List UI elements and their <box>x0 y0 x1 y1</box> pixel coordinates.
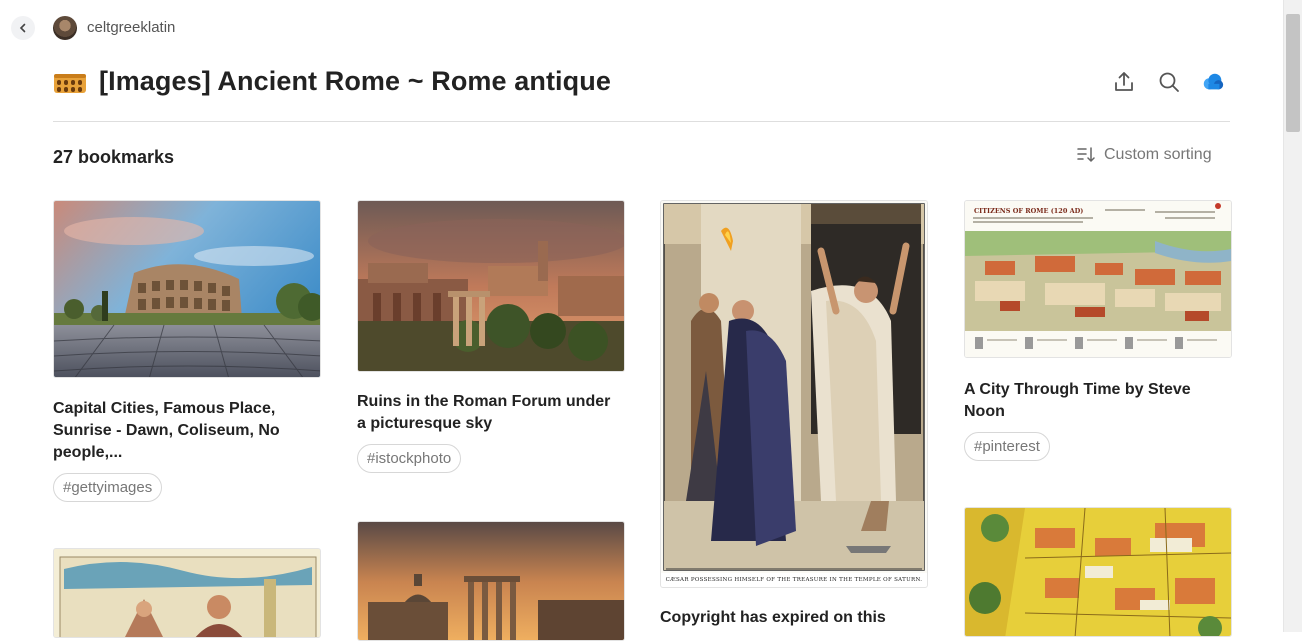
bookmark-card[interactable]: CITIZENS OF ROME (120 AD) A City Through… <box>964 200 1232 461</box>
bookmark-title[interactable]: Ruins in the Roman Forum under a picture… <box>357 391 619 435</box>
scrollbar-thumb[interactable] <box>1286 14 1300 132</box>
bookmark-thumbnail[interactable]: CITIZENS OF ROME (120 AD) <box>964 200 1232 358</box>
bookmark-thumbnail[interactable] <box>964 507 1232 637</box>
sort-button[interactable]: Custom sorting <box>1077 146 1212 164</box>
scrollbar[interactable] <box>1283 0 1302 632</box>
thumbnail-heading: CITIZENS OF ROME (120 AD) <box>974 207 1084 215</box>
bookmark-card[interactable] <box>964 507 1232 637</box>
bookmark-thumbnail[interactable] <box>53 548 321 638</box>
bookmark-card[interactable]: CÆSAR POSSESSING HIMSELF OF THE TREASURE… <box>660 200 928 629</box>
sort-icon <box>1077 147 1095 162</box>
back-button[interactable] <box>11 16 35 40</box>
bookmark-card[interactable]: Capital Cities, Famous Place, Sunrise - … <box>53 200 321 502</box>
bookmark-thumbnail[interactable]: CÆSAR POSSESSING HIMSELF OF THE TREASURE… <box>660 200 928 588</box>
bookmark-title[interactable]: A City Through Time by Steve Noon <box>964 379 1226 423</box>
thumbnail-caption: CÆSAR POSSESSING HIMSELF OF THE TREASURE… <box>665 577 923 583</box>
search-icon[interactable] <box>1157 70 1181 94</box>
cloud-icon[interactable] <box>1201 70 1225 94</box>
bookmark-card[interactable]: Ruins in the Roman Forum under a picture… <box>357 200 625 473</box>
sort-label: Custom sorting <box>1104 146 1212 163</box>
bookmark-title[interactable]: Copyright has expired on this <box>660 607 922 629</box>
tag-chip[interactable]: #gettyimages <box>53 473 163 502</box>
page-title: [Images] Ancient Rome ~ Rome antique <box>99 66 611 96</box>
bookmark-card[interactable] <box>53 548 321 638</box>
bookmark-thumbnail[interactable] <box>357 521 625 641</box>
colosseum-icon <box>54 74 86 93</box>
bookmark-title[interactable]: Capital Cities, Famous Place, Sunrise - … <box>53 398 315 464</box>
bookmark-card[interactable] <box>357 521 625 641</box>
bookmark-count: 27 bookmarks <box>53 147 175 167</box>
bookmark-thumbnail[interactable] <box>53 200 321 378</box>
tag-chip[interactable]: #istockphoto <box>357 444 462 473</box>
username[interactable]: celtgreeklatin <box>87 19 175 36</box>
share-icon[interactable] <box>1112 70 1136 94</box>
chevron-left-icon <box>19 23 26 33</box>
avatar[interactable] <box>53 16 77 40</box>
divider <box>53 121 1230 122</box>
tag-chip[interactable]: #pinterest <box>964 432 1050 461</box>
bookmark-thumbnail[interactable] <box>357 200 625 372</box>
